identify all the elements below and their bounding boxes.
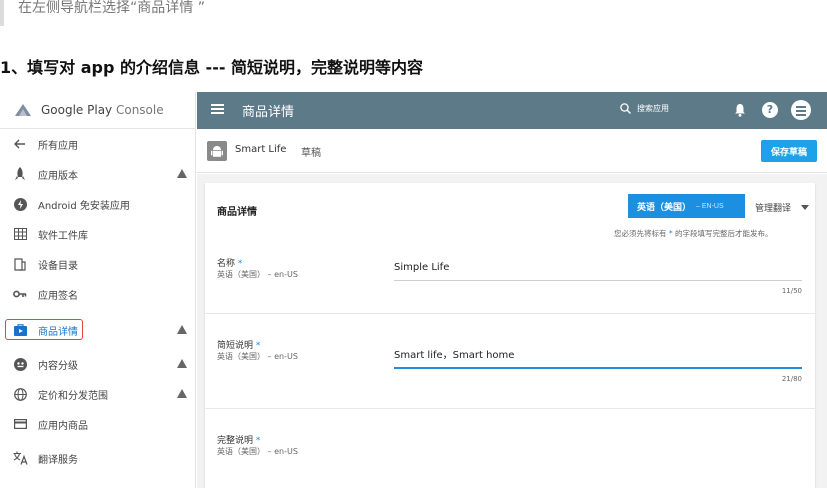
android-app-icon bbox=[207, 141, 227, 161]
app-status: 草稿 bbox=[301, 148, 321, 159]
language-code: – EN-US bbox=[696, 202, 724, 210]
globe-icon bbox=[12, 386, 28, 402]
brand-suffix: Console bbox=[112, 103, 164, 117]
search-button[interactable]: 搜索应用 bbox=[620, 103, 669, 114]
translate-icon bbox=[12, 450, 28, 466]
short-description-char-count: 21/80 bbox=[781, 375, 802, 383]
save-draft-button[interactable]: 保存草稿 bbox=[761, 140, 817, 162]
chevron-down-icon bbox=[801, 205, 810, 210]
sidebar-item-label: 设备目录 bbox=[38, 260, 78, 272]
top-bar: 商品详情 搜索应用 ? bbox=[197, 92, 827, 129]
search-icon bbox=[620, 103, 631, 114]
short-description-input[interactable]: Smart life，Smart home bbox=[394, 346, 514, 361]
sidebar-item-store-listing[interactable]: 商品详情 bbox=[0, 315, 196, 345]
content-rating-icon bbox=[12, 356, 28, 372]
divider bbox=[205, 408, 815, 409]
field-label-title: 名称 * bbox=[217, 259, 243, 269]
app-header: Smart Life 草稿 保存草稿 bbox=[197, 129, 827, 173]
language-button[interactable]: 英语（美国） – EN-US bbox=[628, 194, 745, 218]
sidebar-item-instant-apps[interactable]: Android 免安装应用 bbox=[0, 189, 196, 219]
search-label: 搜索应用 bbox=[637, 104, 669, 113]
instant-app-icon bbox=[12, 196, 28, 212]
manage-translations-label: 管理翻译 bbox=[755, 204, 792, 214]
sidebar-item-in-app-products[interactable]: 应用内商品 bbox=[0, 409, 196, 439]
language-name: 英语（美国） bbox=[637, 201, 692, 212]
store-listing-icon bbox=[12, 322, 28, 338]
warning-icon bbox=[177, 359, 187, 368]
play-console-screenshot: Google Play Console 所有应用 应用版本 Android 免安… bbox=[0, 92, 827, 488]
bell-icon[interactable] bbox=[734, 103, 746, 117]
divider bbox=[205, 313, 815, 314]
sidebar-item-label: Android 免安装应用 bbox=[38, 200, 130, 212]
sidebar-item-label: 翻译服务 bbox=[38, 454, 78, 466]
brand[interactable]: Google Play Console bbox=[0, 92, 195, 129]
sidebar-item-label: 商品详情 bbox=[38, 326, 78, 338]
rocket-icon bbox=[12, 166, 28, 182]
field-language-title: 英语（美国） – en-US bbox=[217, 270, 298, 279]
warning-icon bbox=[177, 325, 187, 334]
intro-quote: 在左侧导航栏选择“商品详情 ” bbox=[0, 0, 827, 26]
sidebar-item-content-rating[interactable]: 内容分级 bbox=[0, 349, 196, 379]
avatar[interactable] bbox=[791, 100, 811, 120]
title-char-count: 11/50 bbox=[781, 287, 802, 295]
sidebar: Google Play Console 所有应用 应用版本 Android 免安… bbox=[0, 92, 196, 488]
sidebar-item-app-signing[interactable]: 应用签名 bbox=[0, 279, 196, 309]
warning-icon bbox=[177, 169, 187, 178]
main-content: 商品详情 英语（美国） – EN-US 管理翻译 您必须先将标有 * 的字段填写… bbox=[197, 174, 827, 488]
sidebar-item-label: 定价和分发范围 bbox=[38, 390, 108, 402]
sidebar-item-label: 软件工件库 bbox=[38, 230, 88, 242]
sidebar-item-pricing-distribution[interactable]: 定价和分发范围 bbox=[0, 379, 196, 409]
sidebar-item-device-catalog[interactable]: 设备目录 bbox=[0, 249, 196, 279]
help-icon[interactable]: ? bbox=[762, 102, 778, 118]
field-language-full-description: 英语（美国） – en-US bbox=[217, 447, 298, 456]
sidebar-item-label: 应用版本 bbox=[38, 170, 78, 182]
section-heading: 1、填写对 app 的介绍信息 --- 简短说明，完整说明等内容 bbox=[0, 58, 424, 77]
menu-icon[interactable] bbox=[211, 104, 224, 114]
field-label-short-description: 简短说明 * bbox=[217, 341, 261, 351]
field-label-full-description: 完整说明 * bbox=[217, 436, 261, 446]
card-icon bbox=[12, 416, 28, 432]
title-input-underline bbox=[394, 280, 802, 281]
google-play-logo-icon bbox=[15, 104, 31, 116]
arrow-back-icon bbox=[12, 136, 28, 152]
card-title: 商品详情 bbox=[217, 207, 257, 218]
library-icon bbox=[12, 226, 28, 242]
sidebar-item-label: 内容分级 bbox=[38, 360, 78, 372]
required-notice: 您必须先将标有 * 的字段填写完整后才能发布。 bbox=[614, 229, 773, 238]
short-description-underline bbox=[394, 367, 802, 369]
title-input[interactable]: Simple Life bbox=[394, 262, 449, 273]
store-listing-card: 商品详情 英语（美国） – EN-US 管理翻译 您必须先将标有 * 的字段填写… bbox=[205, 183, 815, 488]
brand-name: Google Play bbox=[41, 103, 113, 117]
intro-text: 在左侧导航栏选择“商品详情 ” bbox=[18, 0, 205, 16]
sidebar-item-label: 应用内商品 bbox=[38, 420, 88, 432]
sidebar-item-label: 所有应用 bbox=[38, 140, 78, 152]
sidebar-item-artifact-library[interactable]: 软件工件库 bbox=[0, 219, 196, 249]
sidebar-item-app-releases[interactable]: 应用版本 bbox=[0, 159, 196, 189]
sidebar-item-all-apps[interactable]: 所有应用 bbox=[0, 129, 196, 159]
app-name: Smart Life bbox=[235, 144, 287, 155]
manage-translations-dropdown[interactable]: 管理翻译 bbox=[755, 201, 810, 214]
sidebar-item-translation-service[interactable]: 翻译服务 bbox=[0, 443, 196, 473]
page-title: 商品详情 bbox=[242, 105, 295, 120]
warning-icon bbox=[177, 389, 187, 398]
field-language-short-description: 英语（美国） – en-US bbox=[217, 352, 298, 361]
key-icon bbox=[12, 286, 28, 302]
device-catalog-icon bbox=[12, 256, 28, 272]
sidebar-item-label: 应用签名 bbox=[38, 290, 78, 302]
